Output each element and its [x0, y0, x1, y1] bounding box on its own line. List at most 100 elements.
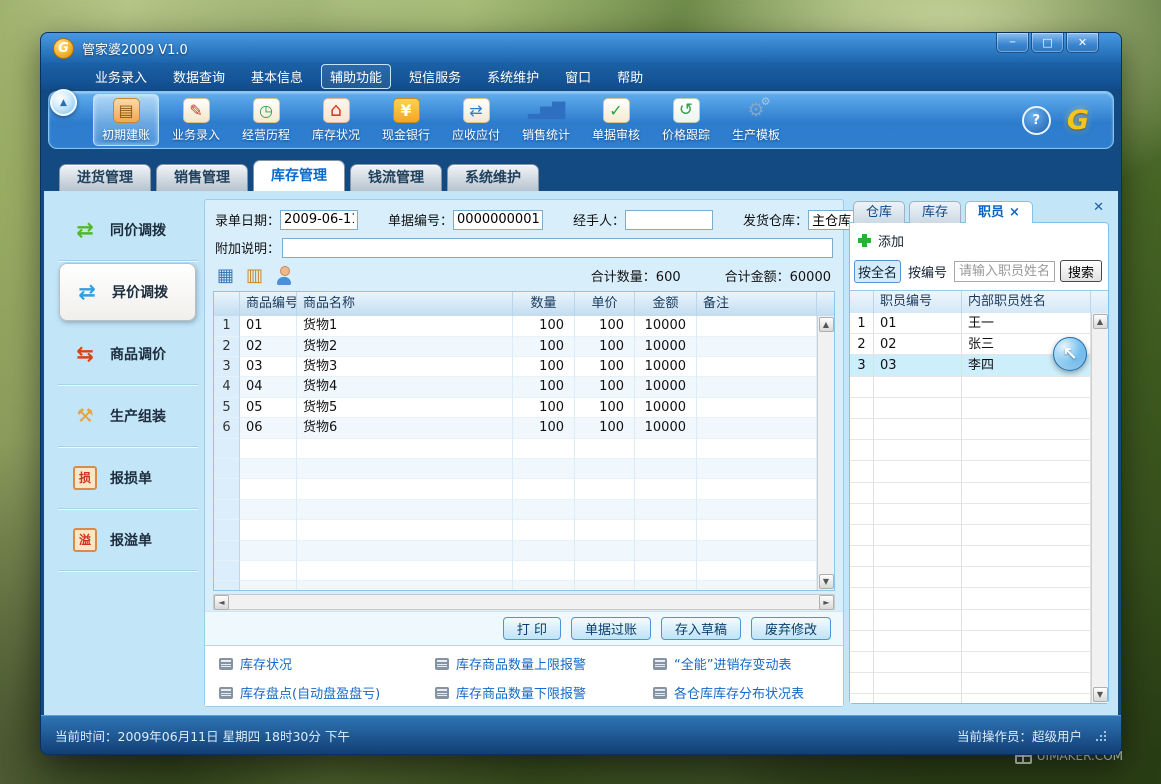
staff-row[interactable]: [850, 567, 1091, 588]
table-row[interactable]: [214, 581, 817, 590]
staff-row[interactable]: [850, 546, 1091, 567]
scroll-left-icon[interactable]: ◄: [214, 595, 229, 610]
report-link[interactable]: 库存状况: [219, 654, 435, 673]
handler-input[interactable]: [625, 210, 713, 230]
filter-by-code[interactable]: 按编号: [906, 261, 949, 282]
action-button[interactable]: 单据过账: [571, 617, 651, 640]
toolbar-button[interactable]: 业务录入: [163, 94, 229, 146]
voucher-number-input[interactable]: [453, 210, 543, 230]
menu-item[interactable]: 窗口: [557, 65, 599, 88]
toolbar-button[interactable]: 经营历程: [233, 94, 299, 146]
sidebar-item[interactable]: 商品调价: [58, 323, 198, 385]
table-row[interactable]: 606货物610010010000: [214, 418, 817, 438]
menu-item[interactable]: 系统维护: [479, 65, 547, 88]
menu-item[interactable]: 短信服务: [401, 65, 469, 88]
sidebar-item[interactable]: 同价调拨: [58, 199, 198, 261]
menu-item[interactable]: 数据查询: [165, 65, 233, 88]
module-tab[interactable]: 进货管理: [59, 164, 151, 191]
menu-item[interactable]: 基本信息: [243, 65, 311, 88]
table-row[interactable]: [214, 500, 817, 520]
staff-row[interactable]: [850, 673, 1091, 694]
scroll-down-icon[interactable]: ▼: [1093, 687, 1108, 702]
report-link[interactable]: 库存商品数量下限报警: [435, 683, 653, 702]
staff-row[interactable]: [850, 504, 1091, 525]
table-row[interactable]: [214, 439, 817, 459]
date-input[interactable]: [280, 210, 358, 230]
staff-row[interactable]: [850, 652, 1091, 673]
sidebar-item[interactable]: 异价调拨: [59, 263, 196, 321]
table-row[interactable]: 303货物310010010000: [214, 357, 817, 377]
staff-row[interactable]: 101王一: [850, 313, 1091, 334]
goods-icon[interactable]: [246, 267, 263, 285]
menu-item[interactable]: 业务录入: [87, 65, 155, 88]
search-button[interactable]: 搜索: [1060, 260, 1102, 282]
menu-item[interactable]: 辅助功能: [321, 64, 391, 89]
close-button[interactable]: [1066, 33, 1099, 53]
staff-row[interactable]: [850, 483, 1091, 504]
report-link[interactable]: 库存商品数量上限报警: [435, 654, 653, 673]
panel-tab[interactable]: 库存: [909, 201, 961, 223]
staff-row[interactable]: [850, 377, 1091, 398]
items-vertical-scrollbar[interactable]: ▲ ▼: [817, 316, 834, 590]
staff-row[interactable]: [850, 588, 1091, 609]
toolbar-button[interactable]: 单据审核: [583, 94, 649, 146]
toolbar-button[interactable]: 现金银行: [373, 94, 439, 146]
panel-close-icon[interactable]: ✕: [1093, 200, 1104, 215]
sidebar-item[interactable]: 溢报溢单: [58, 509, 198, 571]
module-tab[interactable]: 库存管理: [253, 160, 345, 191]
scroll-up-icon[interactable]: ▲: [819, 317, 834, 332]
staff-row[interactable]: [850, 440, 1091, 461]
staff-icon[interactable]: [275, 266, 293, 285]
staff-row[interactable]: [850, 398, 1091, 419]
staff-row[interactable]: [850, 419, 1091, 440]
table-row[interactable]: 202货物210010010000: [214, 337, 817, 357]
filter-by-fullname[interactable]: 按全名: [854, 260, 901, 283]
report-link[interactable]: “全能”进销存变动表: [653, 654, 829, 673]
table-row[interactable]: [214, 541, 817, 561]
tab-close-icon[interactable]: ×: [1009, 202, 1020, 223]
table-row[interactable]: 101货物110010010000: [214, 316, 817, 336]
staff-row[interactable]: [850, 461, 1091, 482]
table-row[interactable]: [214, 459, 817, 479]
minimize-button[interactable]: [996, 33, 1029, 53]
toolbar-button[interactable]: 库存状况: [303, 94, 369, 146]
warehouse-icon[interactable]: [217, 267, 234, 285]
help-icon[interactable]: [1022, 106, 1051, 135]
table-row[interactable]: [214, 561, 817, 581]
table-row[interactable]: 404货物410010010000: [214, 377, 817, 397]
scroll-down-icon[interactable]: ▼: [819, 574, 834, 589]
toolbar-button[interactable]: 销售统计: [513, 94, 579, 146]
resize-grip[interactable]: [1096, 730, 1107, 741]
module-tab[interactable]: 系统维护: [447, 164, 539, 191]
note-input[interactable]: [282, 238, 833, 258]
staff-row[interactable]: [850, 694, 1091, 703]
sidebar-item[interactable]: 损报损单: [58, 447, 198, 509]
staff-vertical-scrollbar[interactable]: ▲ ▼: [1091, 313, 1108, 703]
panel-tab[interactable]: 仓库: [853, 201, 905, 223]
report-link[interactable]: 库存盘点(自动盘盈盘亏): [219, 683, 435, 702]
add-row[interactable]: 添加: [850, 223, 1108, 253]
scroll-right-icon[interactable]: ►: [819, 595, 834, 610]
action-button[interactable]: 废弃修改: [751, 617, 831, 640]
module-tab[interactable]: 销售管理: [156, 164, 248, 191]
panel-tab[interactable]: 职员×: [965, 201, 1033, 223]
maximize-button[interactable]: [1031, 33, 1064, 53]
toolbar-button[interactable]: 价格跟踪: [653, 94, 719, 146]
table-row[interactable]: 505货物510010010000: [214, 398, 817, 418]
sidebar-item[interactable]: 生产组装: [58, 385, 198, 447]
report-link[interactable]: 各仓库库存分布状况表: [653, 683, 829, 702]
toolbar-collapse-button[interactable]: [50, 89, 77, 116]
staff-row[interactable]: [850, 525, 1091, 546]
items-horizontal-scrollbar[interactable]: ◄ ►: [213, 594, 835, 610]
toolbar-button[interactable]: 初期建账: [93, 94, 159, 146]
table-row[interactable]: [214, 479, 817, 499]
staff-row[interactable]: [850, 631, 1091, 652]
table-row[interactable]: [214, 520, 817, 540]
action-button[interactable]: 打 印: [503, 617, 561, 640]
toolbar-button[interactable]: 生产模板: [723, 94, 789, 146]
module-tab[interactable]: 钱流管理: [350, 164, 442, 191]
menu-item[interactable]: 帮助: [609, 65, 651, 88]
scroll-up-icon[interactable]: ▲: [1093, 314, 1108, 329]
action-button[interactable]: 存入草稿: [661, 617, 741, 640]
toolbar-button[interactable]: 应收应付: [443, 94, 509, 146]
